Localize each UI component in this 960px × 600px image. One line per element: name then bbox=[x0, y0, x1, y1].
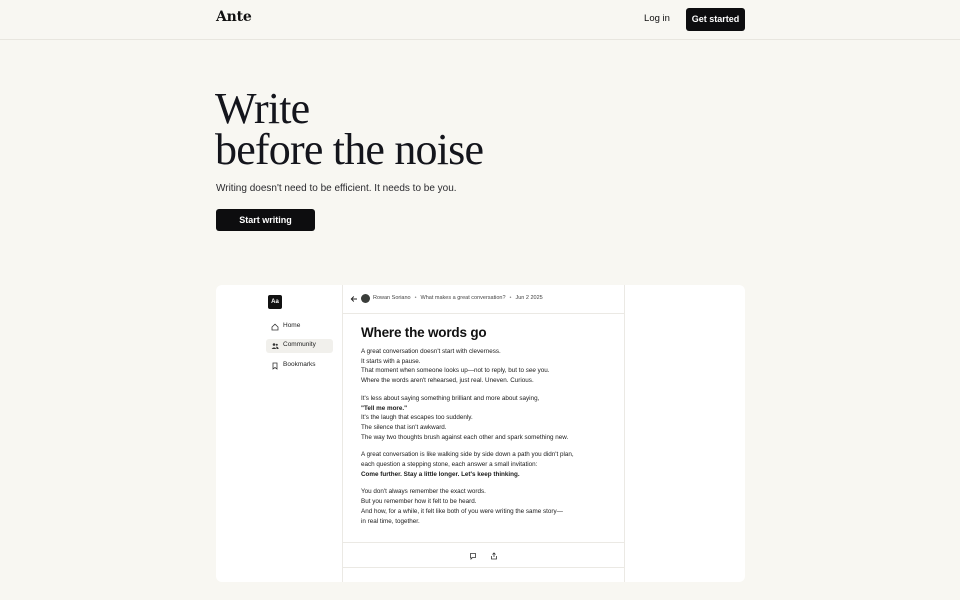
comment-icon[interactable] bbox=[469, 552, 477, 560]
top-navbar: Ante Log in Get started bbox=[0, 0, 960, 40]
post-body: A great conversation doesn't start with … bbox=[361, 347, 611, 534]
post-line: A great conversation doesn't start with … bbox=[361, 348, 501, 355]
post-header: Rowan Soriano • What makes a great convers… bbox=[343, 285, 624, 314]
hero-title-line-1: Write bbox=[215, 84, 310, 133]
users-icon bbox=[271, 343, 279, 349]
post-line: The way two thoughts brush against each … bbox=[361, 433, 569, 441]
hero-title-line-2: before the noise bbox=[215, 125, 484, 174]
post-line-text: That moment when someone looks up—not to… bbox=[361, 367, 526, 375]
post-paragraph: A great conversation is like walking sid… bbox=[361, 450, 611, 479]
home-icon bbox=[271, 323, 279, 331]
back-arrow-icon[interactable] bbox=[350, 295, 358, 303]
sidebar-item-bookmarks[interactable]: Bookmarks bbox=[266, 359, 333, 373]
post-line: each question a stepping stone, each ans… bbox=[361, 461, 538, 469]
hero-subtitle: Writing doesn't need to be efficient. It… bbox=[216, 183, 457, 194]
post-line: The silence that isn't awkward. bbox=[361, 423, 447, 431]
post-line-bold: Come further. Stay a little longer. Let'… bbox=[361, 470, 520, 478]
post-line-text: you. bbox=[535, 367, 550, 375]
post-paragraph: It's less about saying something brillia… bbox=[361, 394, 611, 443]
sidebar-item-label: Bookmarks bbox=[283, 361, 316, 368]
post-column: Rowan Soriano • What makes a great convers… bbox=[342, 285, 625, 582]
post-line-bold: "Tell me more." bbox=[361, 404, 408, 412]
post-line: It starts with a pause. bbox=[361, 357, 421, 365]
post-topic[interactable]: What makes a great conversation? bbox=[421, 295, 506, 301]
post-line: A great conversation is like walking sid… bbox=[361, 451, 574, 459]
separator-dot: • bbox=[414, 295, 417, 301]
post-line-emphasis: see bbox=[525, 367, 536, 375]
login-link[interactable]: Log in bbox=[634, 13, 680, 24]
post-date: Jun 2 2025 bbox=[515, 295, 543, 301]
post-line: Where the words aren't rehearsed, just r… bbox=[361, 377, 534, 385]
post-title: Where the words go bbox=[361, 325, 487, 340]
brand-logo[interactable]: Ante bbox=[216, 9, 252, 25]
post-line: in real time, together. bbox=[361, 517, 420, 525]
sidebar-item-community[interactable]: Community bbox=[266, 339, 333, 353]
avatar[interactable] bbox=[361, 294, 370, 303]
bookmark-icon bbox=[272, 362, 278, 370]
app-preview: Aa Home Community Bookmarks Rowan Sorian… bbox=[216, 285, 745, 582]
sidebar-item-home[interactable]: Home bbox=[266, 320, 333, 334]
sidebar-item-label: Community bbox=[283, 341, 316, 348]
share-icon[interactable] bbox=[490, 552, 498, 560]
post-line: That moment when someone looks up—not to… bbox=[361, 366, 611, 376]
get-started-button[interactable]: Get started bbox=[686, 8, 745, 31]
post-line: It's less about saying something brillia… bbox=[361, 394, 540, 402]
sidebar-item-label: Home bbox=[283, 322, 301, 329]
post-breadcrumb: Rowan Soriano • What makes a great convers… bbox=[373, 295, 543, 301]
post-action-bar bbox=[343, 542, 624, 568]
post-line: And how, for a while, it felt like both … bbox=[361, 507, 563, 515]
post-line: It's the laugh that escapes too suddenly… bbox=[361, 414, 473, 422]
author-name[interactable]: Rowan Soriano bbox=[373, 295, 411, 301]
post-line: But you remember how it felt to be heard… bbox=[361, 498, 477, 506]
start-writing-button[interactable]: Start writing bbox=[216, 209, 315, 231]
post-paragraph: A great conversation doesn't start with … bbox=[361, 347, 611, 386]
hero-title: Write before the noise bbox=[215, 84, 484, 174]
separator-dot: • bbox=[509, 295, 512, 301]
post-line: You don't always remember the exact word… bbox=[361, 488, 486, 496]
app-logo: Aa bbox=[268, 295, 282, 309]
post-paragraph: You don't always remember the exact word… bbox=[361, 487, 611, 526]
